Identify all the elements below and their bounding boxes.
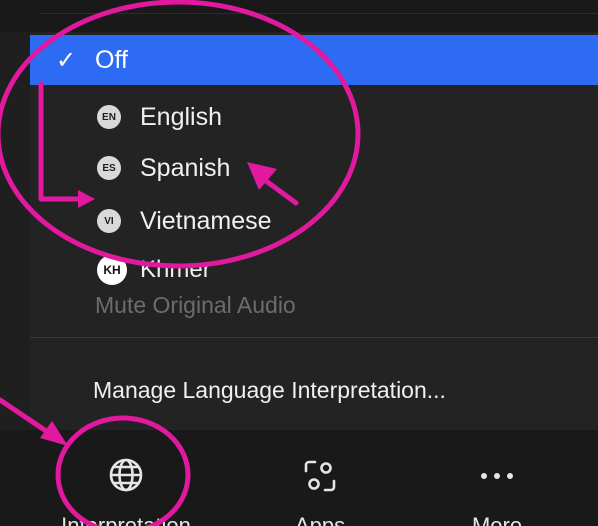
apps-button[interactable]: Apps <box>255 430 385 526</box>
menu-item-label: Vietnamese <box>140 206 272 235</box>
toolbar-label: Apps <box>294 513 346 526</box>
language-badge-icon: VI <box>97 209 121 233</box>
top-strip <box>0 0 598 32</box>
toolbar-label: Interpretation <box>61 513 191 526</box>
interpretation-button[interactable]: Interpretation <box>61 430 191 526</box>
apps-icon <box>304 460 336 492</box>
globe-icon <box>109 458 143 492</box>
menu-item-vietnamese[interactable]: VI Vietnamese <box>30 196 598 246</box>
toolbar-label: More <box>471 513 523 526</box>
menu-item-spanish[interactable]: ES Spanish <box>30 143 598 193</box>
screenshot: ✓ Off EN English ES Spanish VI Vietnames… <box>0 0 598 526</box>
menu-item-manage-interpretation[interactable]: Manage Language Interpretation... <box>30 365 598 415</box>
menu-item-mute-original-audio: Mute Original Audio <box>30 280 598 330</box>
menu-item-label: Spanish <box>140 153 231 182</box>
menu-item-english[interactable]: EN English <box>30 92 598 142</box>
menu-item-label: Mute Original Audio <box>95 291 296 318</box>
meeting-toolbar: Interpretation Apps More <box>0 430 598 526</box>
menu-item-off[interactable]: ✓ Off <box>30 35 598 85</box>
language-badge-icon: ES <box>97 156 121 180</box>
menu-item-label: English <box>140 102 222 131</box>
menu-divider <box>30 337 598 338</box>
menu-item-label: Off <box>95 45 128 74</box>
more-icon <box>481 473 513 479</box>
more-button[interactable]: More <box>432 430 562 526</box>
checkmark-icon: ✓ <box>56 46 77 74</box>
menu-item-label: Manage Language Interpretation... <box>93 376 446 403</box>
language-badge-icon: EN <box>97 105 121 129</box>
interpretation-menu: ✓ Off EN English ES Spanish VI Vietnames… <box>30 32 598 430</box>
